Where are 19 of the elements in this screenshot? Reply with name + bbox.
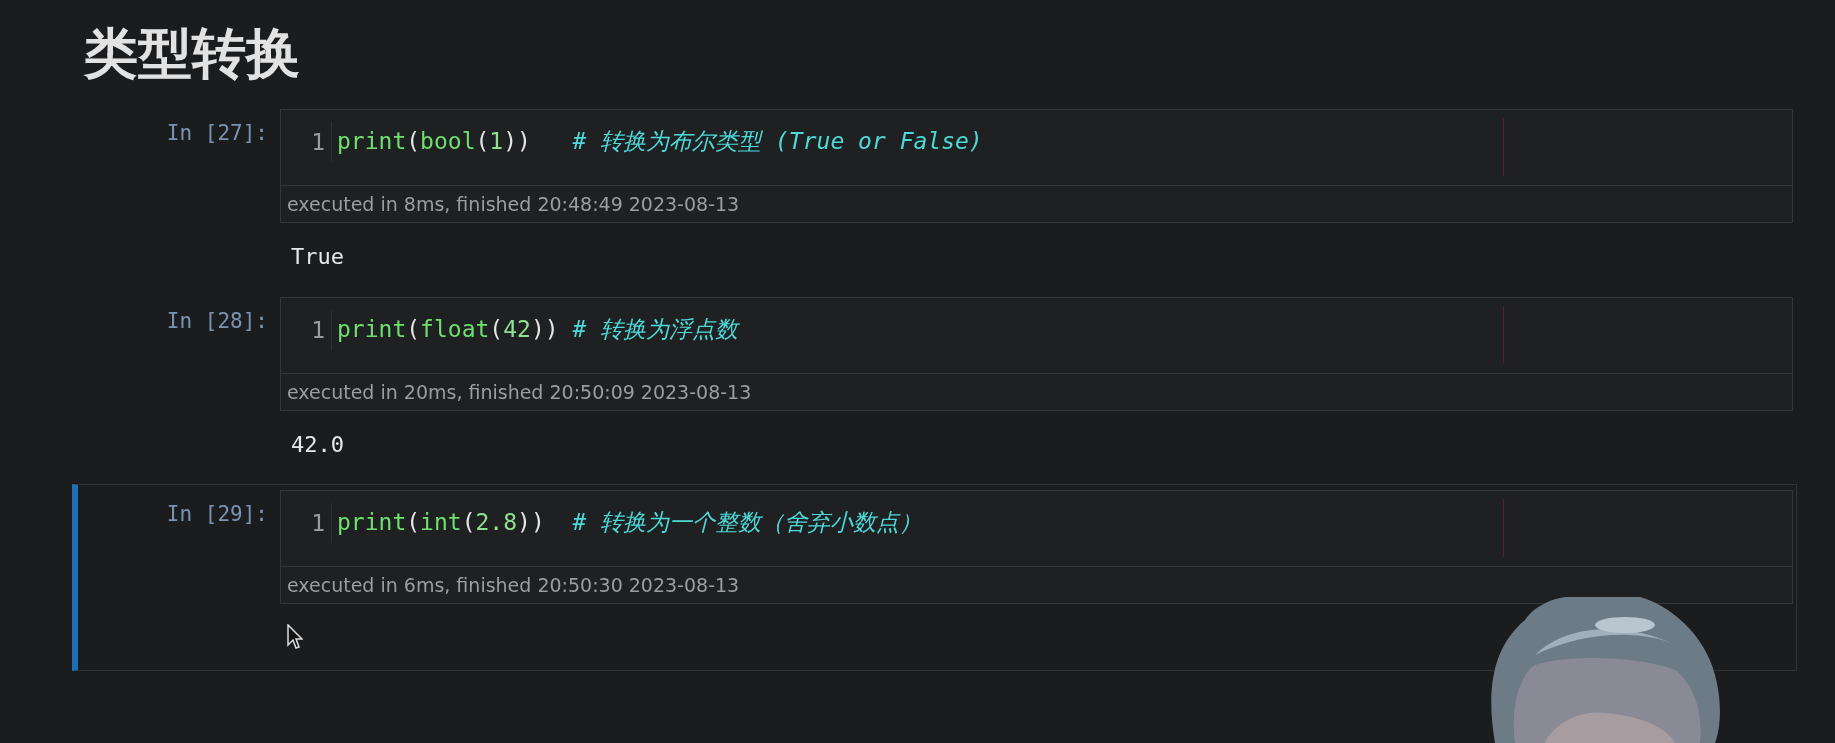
line-number: 1	[281, 503, 332, 543]
cell-prompt: In [27]:	[165, 120, 269, 145]
code-editor[interactable]: 1 print(int(2.8)) # 转换为一个整数（舍弃小数点） executed in 6ms, finished 20:50:30 2023-08-13	[280, 490, 1793, 604]
code-editor[interactable]: 1 print(bool(1)) # 转换为布尔类型 (True or False) executed in 8ms, finished 20:48:49 2023-08-13	[280, 109, 1793, 223]
code-editor[interactable]: 1 print(float(42)) # 转换为浮点数 executed in 20ms, finished 20:50:09 2023-08-13	[280, 297, 1793, 411]
code-line: print(bool(1)) # 转换为布尔类型 (True or False)	[337, 127, 983, 156]
execution-info: executed in 8ms, finished 20:48:49 2023-08-13	[287, 193, 740, 215]
cell-output: 42.0	[291, 431, 344, 457]
mouse-cursor-icon	[287, 624, 303, 650]
code-line: print(float(42)) # 转换为浮点数	[337, 315, 739, 344]
line-number: 1	[281, 122, 332, 162]
cell-prompt: In [28]:	[165, 308, 269, 333]
code-line: print(int(2.8)) # 转换为一个整数（舍弃小数点）	[337, 508, 923, 537]
cell-prompt: In [29]:	[165, 501, 269, 526]
section-heading: 类型转换	[84, 21, 301, 87]
execution-info: executed in 20ms, finished 20:50:09 2023-08-13	[287, 381, 752, 403]
execution-info: executed in 6ms, finished 20:50:30 2023-08-13	[287, 574, 740, 596]
line-number: 1	[281, 310, 332, 350]
cell-output: True	[291, 243, 344, 269]
